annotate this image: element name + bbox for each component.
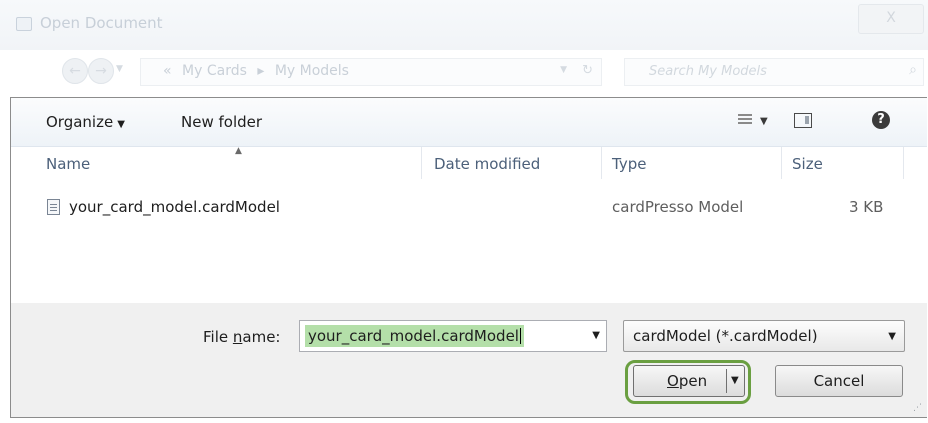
breadcrumb-overflow[interactable]: « (163, 63, 172, 79)
app-icon (16, 17, 32, 31)
search-input[interactable]: Search My Models (649, 64, 767, 79)
column-divider[interactable] (903, 147, 904, 179)
footer-panel: File name: your_card_model.cardModel ▼ c… (11, 303, 927, 417)
column-divider[interactable] (601, 147, 602, 179)
back-icon: ← (69, 63, 81, 79)
file-type: cardPresso Model (612, 198, 744, 216)
close-button[interactable]: X (858, 4, 924, 34)
file-type-filter[interactable]: cardModel (*.cardModel) ▼ (623, 320, 905, 352)
cancel-button[interactable]: Cancel (775, 365, 903, 397)
breadcrumb-separator[interactable]: ▸ (257, 63, 264, 79)
preview-pane-icon[interactable] (794, 113, 812, 128)
views-dropdown[interactable]: ▼ (760, 116, 768, 127)
file-name-label: File name: (203, 328, 280, 346)
column-header-date-modified[interactable]: Date modified (434, 155, 540, 173)
file-icon (47, 199, 60, 215)
title-bar: Open Document X (0, 0, 928, 50)
open-options-dropdown-icon[interactable]: ▼ (731, 375, 739, 386)
file-name-field[interactable]: your_card_model.cardModel ▼ (299, 320, 607, 352)
search-box[interactable]: Search My Models ⌕ (624, 58, 924, 86)
window-title: Open Document (40, 14, 163, 32)
breadcrumb: « My Cards ▸ My Models (163, 63, 355, 79)
chevron-down-icon: ▼ (117, 119, 125, 130)
open-button-label: Open (667, 372, 707, 390)
help-icon[interactable]: ? (872, 111, 890, 129)
file-row[interactable]: your_card_model.cardModel cardPresso Mod… (11, 191, 927, 225)
resize-grip-icon[interactable]: ⋰ (913, 403, 922, 413)
search-icon[interactable]: ⌕ (909, 62, 917, 78)
navigation-bar: ← → ▼ « My Cards ▸ My Models ▼ ↻ Search … (0, 54, 928, 90)
command-bar: Organize ▼ New folder ▼ ? (11, 98, 927, 147)
breadcrumb-my-models[interactable]: My Models (275, 63, 349, 79)
organize-label: Organize (46, 113, 114, 131)
organize-button[interactable]: Organize ▼ (46, 113, 125, 131)
back-button[interactable]: ← (62, 58, 88, 84)
file-name-label-post: ame: (242, 328, 281, 346)
new-folder-button[interactable]: New folder (181, 113, 262, 131)
file-size: 3 KB (849, 198, 884, 216)
column-headers: Name ▲ Date modified Type Size (11, 146, 927, 181)
column-header-size[interactable]: Size (792, 155, 823, 173)
breadcrumb-my-cards[interactable]: My Cards (182, 63, 247, 79)
views-icon[interactable] (738, 112, 752, 128)
forward-button[interactable]: → (88, 58, 114, 84)
file-name: your_card_model.cardModel (69, 198, 280, 216)
address-bar[interactable]: « My Cards ▸ My Models ▼ ↻ (140, 58, 602, 86)
open-document-dialog: Open Document X ← → ▼ « My Cards ▸ My Mo… (0, 0, 928, 423)
forward-icon: → (95, 63, 107, 79)
dialog-body: Organize ▼ New folder ▼ ? Name ▲ Date mod… (10, 97, 927, 418)
column-divider[interactable] (421, 147, 422, 179)
open-split-divider (726, 369, 727, 393)
address-dropdown[interactable]: ▼ (560, 65, 567, 75)
open-button[interactable]: Open ▼ (633, 365, 745, 397)
file-name-label-mnemonic: n (232, 328, 243, 346)
column-header-name[interactable]: Name (46, 155, 90, 173)
file-type-filter-value: cardModel (*.cardModel) (633, 327, 818, 345)
close-icon: X (886, 10, 896, 26)
column-header-type[interactable]: Type (612, 155, 646, 173)
refresh-icon[interactable]: ↻ (582, 63, 593, 78)
column-divider[interactable] (781, 147, 782, 179)
sort-ascending-icon: ▲ (235, 146, 242, 156)
file-name-value[interactable]: your_card_model.cardModel (305, 325, 524, 347)
open-label-rest: pen (678, 372, 708, 390)
open-mnemonic: O (667, 372, 679, 390)
file-name-label-pre: File (203, 328, 233, 346)
recent-locations-dropdown[interactable]: ▼ (116, 64, 123, 74)
chevron-down-icon: ▼ (888, 331, 896, 342)
file-name-dropdown-icon[interactable]: ▼ (592, 330, 600, 341)
